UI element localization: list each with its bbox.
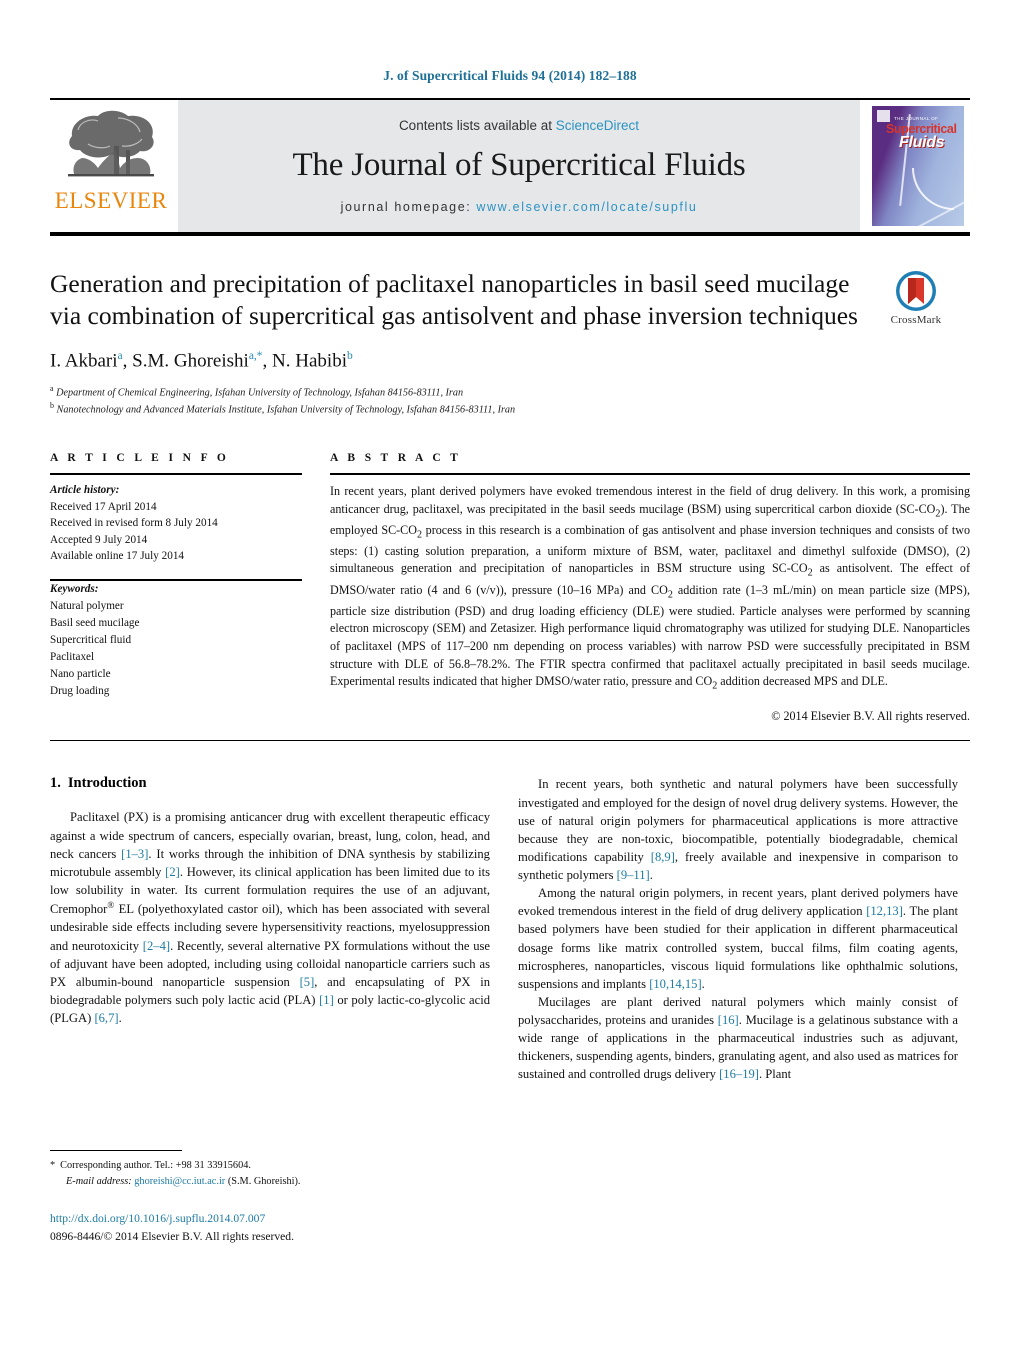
info-abstract-region: A R T I C L E I N F O Article history: R… xyxy=(50,452,970,724)
keyword-item: Basil seed mucilage xyxy=(50,616,140,629)
masthead-bottom-rule xyxy=(50,232,970,236)
homepage-url-link[interactable]: www.elsevier.com/locate/supflu xyxy=(476,200,697,214)
corresponding-author-text: Corresponding author. Tel.: +98 31 33915… xyxy=(60,1160,251,1172)
article-info-rule-top xyxy=(50,472,302,475)
body-column-right: In recent years, both synthetic and natu… xyxy=(518,775,958,1245)
section-number: 1. xyxy=(50,775,61,792)
running-head: J. of Supercritical Fluids 94 (2014) 182… xyxy=(383,68,637,83)
paper-page: J. of Supercritical Fluids 94 (2014) 182… xyxy=(0,0,1020,1351)
cover-line3: Fluids xyxy=(899,134,945,151)
affiliation-b-text: Nanotechnology and Advanced Materials In… xyxy=(56,404,516,416)
article-info-heading: A R T I C L E I N F O xyxy=(50,451,230,464)
crossmark-badge[interactable]: CrossMark xyxy=(862,270,970,326)
email-link[interactable]: ghoreishi@cc.iut.ac.ir xyxy=(134,1176,225,1187)
keywords-list: Keywords: Natural polymer Basil seed muc… xyxy=(50,581,302,700)
title-block: Generation and precipitation of paclitax… xyxy=(50,268,970,418)
body-columns: 1. Introduction Paclitaxel (PX) is a prom… xyxy=(50,775,970,1245)
keyword-item: Drug loading xyxy=(50,684,110,697)
journal-cover-thumbnail: THE JOURNAL OF Supercritical Fluids xyxy=(866,100,970,232)
abstract-rule-top xyxy=(330,472,970,475)
intro-paragraph: Paclitaxel (PX) is a promising anticance… xyxy=(50,810,490,1025)
article-info-column: A R T I C L E I N F O Article history: R… xyxy=(50,452,302,724)
elsevier-wordmark: ELSEVIER xyxy=(54,188,168,213)
history-item: Received in revised form 8 July 2014 xyxy=(50,517,218,530)
affiliation-a-text: Department of Chemical Engineering, Isfa… xyxy=(56,386,464,398)
affiliation-a: a Department of Chemical Engineering, Is… xyxy=(50,383,464,398)
footnote-star: * xyxy=(50,1160,56,1172)
page-title: Generation and precipitation of paclitax… xyxy=(50,269,858,331)
issn-copyright-line: 0896-8446/© 2014 Elsevier B.V. All right… xyxy=(50,1230,294,1244)
keywords-label: Keywords: xyxy=(50,582,99,595)
footnote-region: * Corresponding author. Tel.: +98 31 3391… xyxy=(50,1150,490,1245)
homepage-prefix: journal homepage: xyxy=(340,200,472,214)
keyword-item: Paclitaxel xyxy=(50,650,95,663)
sciencedirect-link[interactable]: ScienceDirect xyxy=(556,118,639,133)
body-column-left: 1. Introduction Paclitaxel (PX) is a prom… xyxy=(50,775,490,1245)
abstract-column: A B S T R A C T In recent years, plant d… xyxy=(330,452,970,724)
intro-paragraph: Mucilages are plant derived natural poly… xyxy=(518,994,958,1082)
keywords-block: Keywords: Natural polymer Basil seed muc… xyxy=(50,578,302,700)
author-list: I. Akbaria, S.M. Ghoreishia,*, N. Habibi… xyxy=(50,350,353,372)
abstract-heading: A B S T R A C T xyxy=(330,451,462,464)
article-history: Article history: Received 17 April 2014 … xyxy=(50,482,302,565)
journal-masthead: ELSEVIER Contents lists available at Sci… xyxy=(50,98,970,232)
abstract-text: In recent years, plant derived polymers … xyxy=(330,483,970,692)
cover-line1: THE JOURNAL OF xyxy=(894,116,939,121)
email-suffix: (S.M. Ghoreishi). xyxy=(227,1175,301,1187)
contents-prefix: Contents lists available at xyxy=(398,118,556,133)
cover-image: THE JOURNAL OF Supercritical Fluids xyxy=(872,106,964,226)
intro-paragraph: In recent years, both synthetic and natu… xyxy=(518,777,958,883)
email-line: E-mail address: ghoreishi@cc.iut.ac.ir (… xyxy=(50,1174,490,1189)
footnote-rule xyxy=(50,1150,182,1152)
journal-homepage-line: journal homepage: www.elsevier.com/locat… xyxy=(341,200,698,214)
history-item: Available online 17 July 2014 xyxy=(50,550,185,563)
keyword-item: Natural polymer xyxy=(50,599,124,612)
section-heading-introduction: 1. Introduction xyxy=(50,775,490,792)
affiliation-b: b Nanotechnology and Advanced Materials … xyxy=(50,401,516,416)
elsevier-tree-icon xyxy=(68,110,154,177)
abstract-copyright: © 2014 Elsevier B.V. All rights reserved… xyxy=(771,709,970,724)
intro-paragraph: Among the natural origin polymers, in re… xyxy=(518,886,958,991)
elsevier-logo: ELSEVIER xyxy=(50,100,172,232)
abstract-bottom-rule xyxy=(50,740,970,742)
keyword-item: Nano particle xyxy=(50,667,111,680)
history-item: Received 17 April 2014 xyxy=(50,500,157,513)
crossmark-icon xyxy=(896,271,936,311)
footer-doi-block: http://dx.doi.org/10.1016/j.supflu.2014.… xyxy=(50,1211,490,1245)
journal-band: Contents lists available at ScienceDirec… xyxy=(178,100,860,232)
corresponding-author-note: * Corresponding author. Tel.: +98 31 3391… xyxy=(50,1158,490,1189)
article-history-label: Article history: xyxy=(50,483,120,496)
cover-elsevier-mark-icon xyxy=(877,110,890,122)
section-title: Introduction xyxy=(67,775,147,792)
crossmark-label: CrossMark xyxy=(890,314,942,326)
cover-curve-graphic xyxy=(912,168,954,210)
contents-available-line: Contents lists available at ScienceDirec… xyxy=(399,118,639,133)
keyword-item: Supercritical fluid xyxy=(50,633,132,646)
doi-link[interactable]: http://dx.doi.org/10.1016/j.supflu.2014.… xyxy=(50,1211,490,1227)
email-label: E-mail address: xyxy=(66,1175,132,1187)
journal-title: The Journal of Supercritical Fluids xyxy=(292,147,746,183)
history-item: Accepted 9 July 2014 xyxy=(50,533,148,546)
affiliations: a Department of Chemical Engineering, Is… xyxy=(50,383,970,418)
